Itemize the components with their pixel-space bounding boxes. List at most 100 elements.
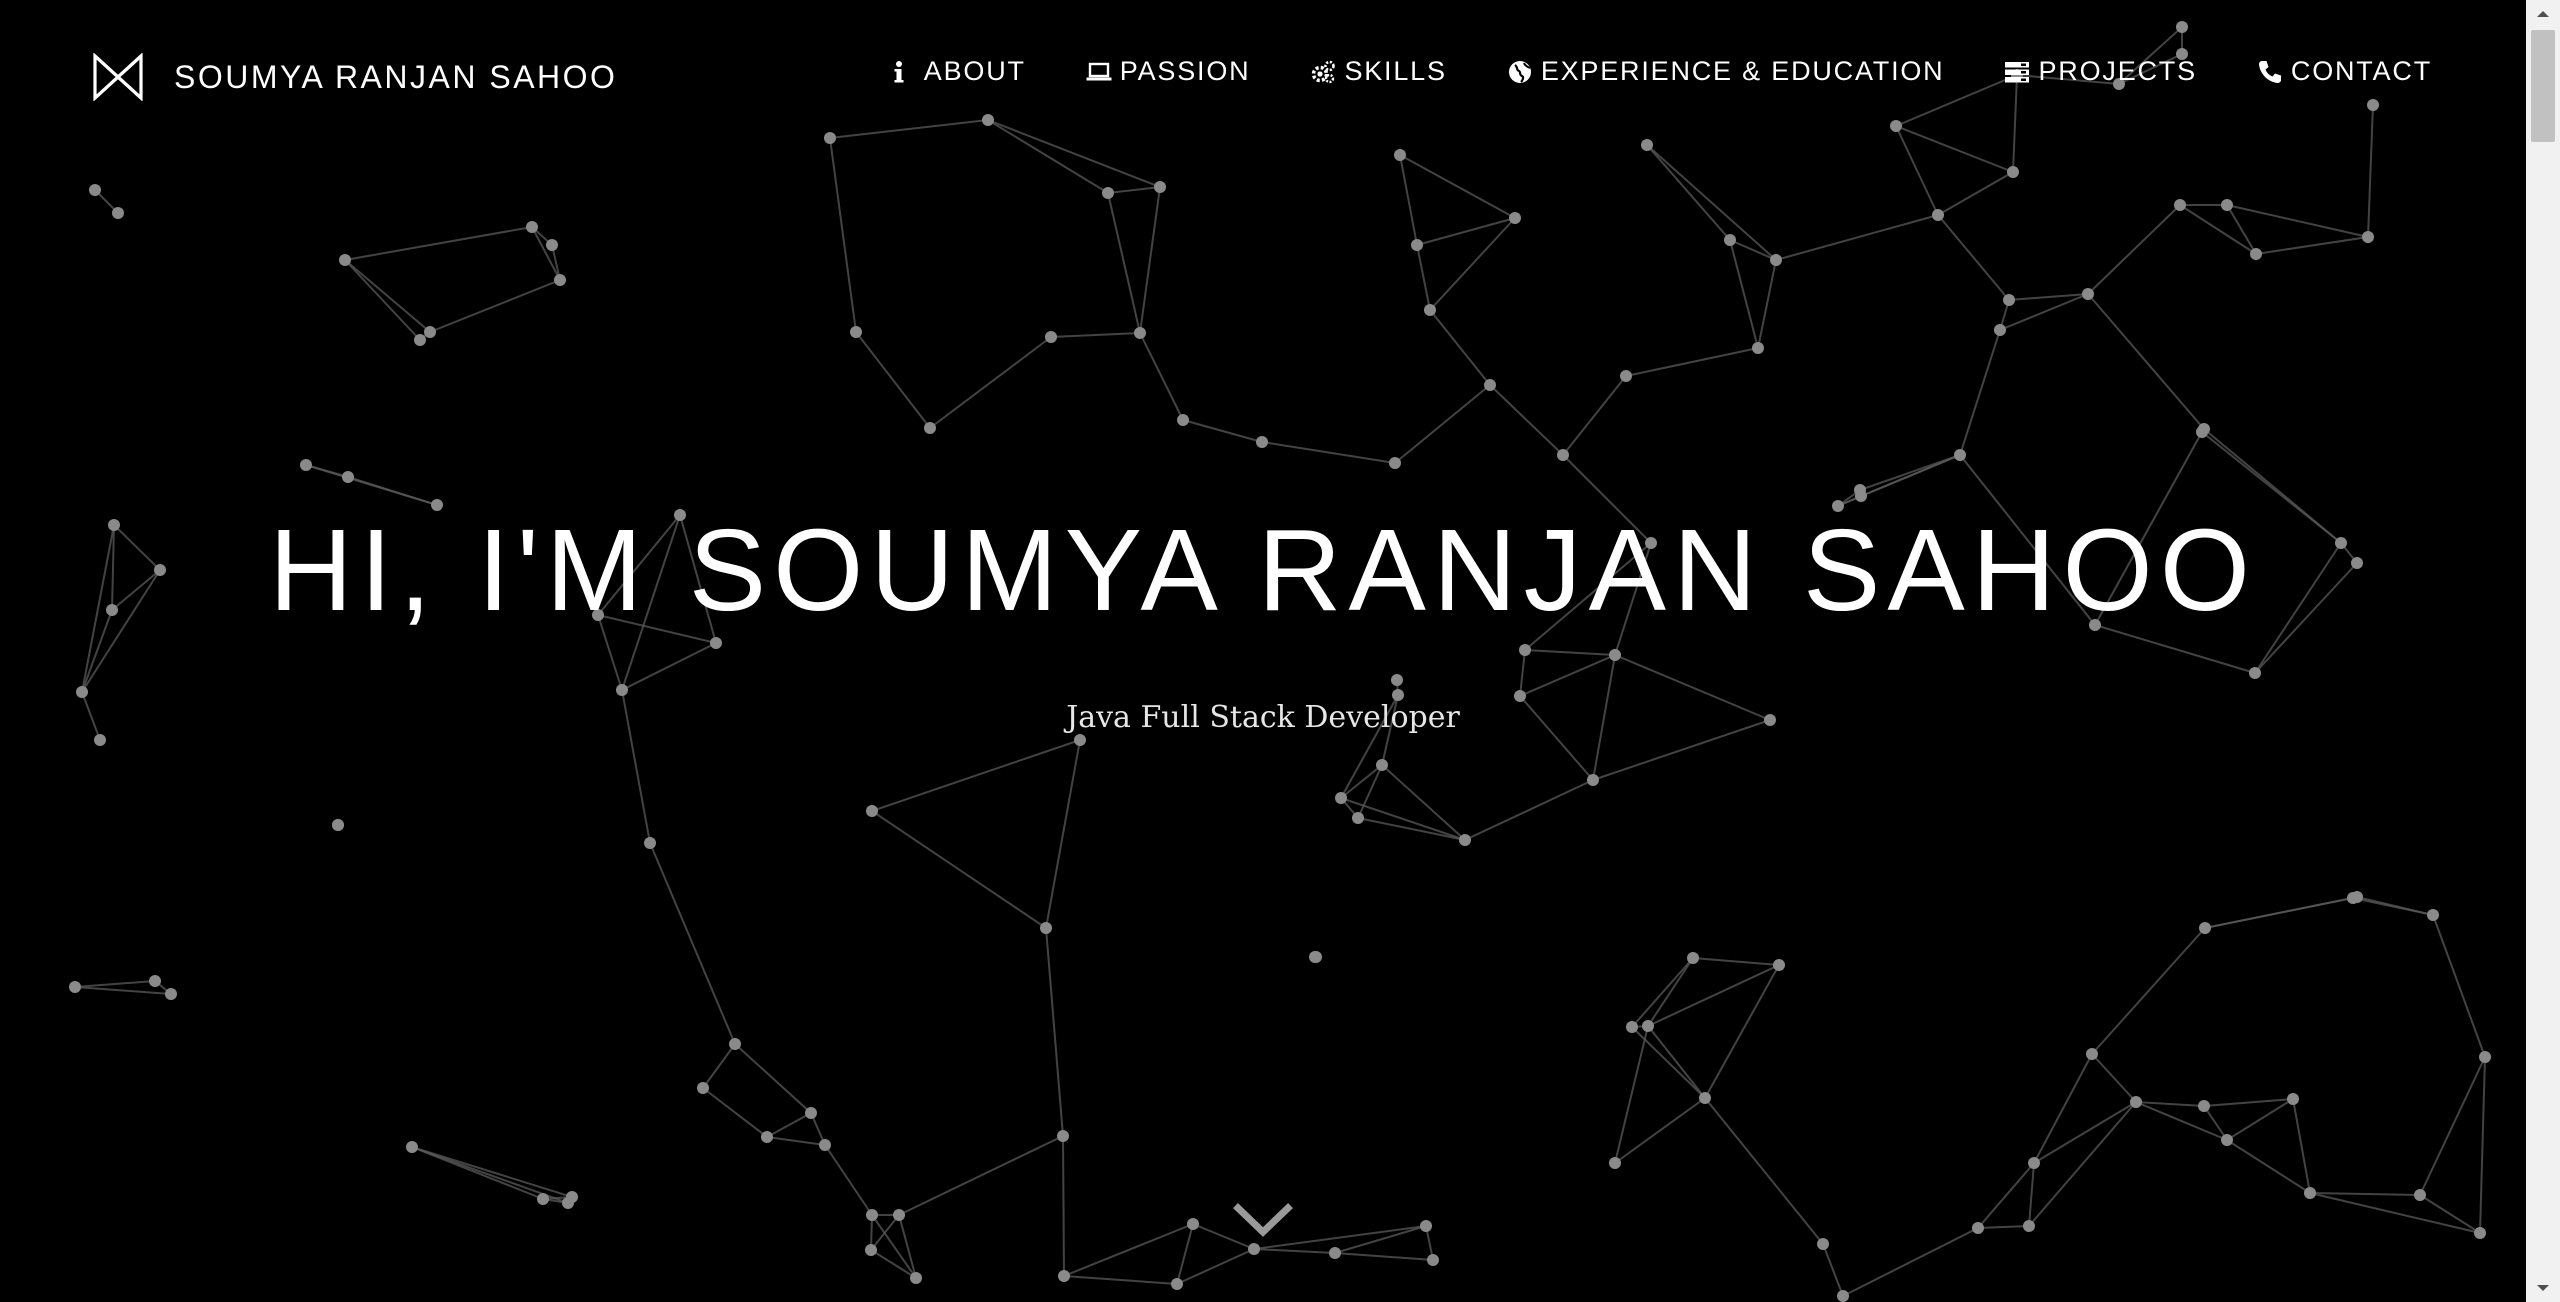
network-node [1699, 1092, 1711, 1104]
network-node [76, 686, 88, 698]
network-link [1139, 186, 1161, 334]
network-link [766, 1136, 826, 1146]
scroll-down-arrow-icon[interactable] [2526, 1274, 2560, 1302]
nav-label-skills: SKILLS [1344, 56, 1447, 86]
network-node [339, 254, 351, 266]
network-link [1489, 384, 1564, 456]
network-node [1177, 414, 1189, 426]
network-node [1994, 324, 2006, 336]
globe-icon [1507, 59, 1533, 85]
network-node [1074, 734, 1086, 746]
network-node [1411, 239, 1423, 251]
nav-item-passion[interactable]: PASSION [1086, 56, 1251, 87]
nav-item-skills[interactable]: SKILLS [1310, 56, 1446, 87]
network-node [1557, 449, 1569, 461]
network-node [1519, 644, 1531, 656]
network-node [910, 1272, 922, 1284]
network-node [697, 1082, 709, 1094]
network-link [344, 259, 421, 341]
network-node [1040, 922, 1052, 934]
network-node [1329, 1247, 1341, 1259]
network-link [2226, 204, 2257, 255]
network-link [1062, 1135, 1065, 1277]
scroll-up-arrow-icon[interactable] [2526, 0, 2560, 28]
phone-icon [2257, 59, 2283, 85]
network-link [2226, 1139, 2311, 1194]
hero-subtitle: Java Full Stack Developer [1066, 700, 1460, 735]
gears-icon [1310, 59, 1336, 85]
network-link [2087, 293, 2205, 430]
network-link [2028, 1101, 2137, 1227]
nav-item-about[interactable]: ABOUT [890, 56, 1026, 87]
nav-label-projects: PROJECTS [2038, 56, 2197, 86]
scrollbar-thumb[interactable] [2531, 30, 2555, 142]
network-link [74, 986, 172, 995]
network-node [1171, 1278, 1183, 1290]
network-node [1154, 181, 1166, 193]
network-link [2352, 897, 2434, 916]
main-nav: ABOUT PASSION SKILLS EXPERIENCE & EDUCAT… [890, 56, 2432, 87]
brand-name: SOUMYA RANJAN SAHOO [174, 58, 618, 95]
network-node [805, 1107, 817, 1119]
network-node [850, 326, 862, 338]
network-node [94, 734, 106, 746]
network-node [1620, 370, 1632, 382]
nav-item-projects[interactable]: PROJECTS [2004, 56, 2196, 87]
vertical-scrollbar[interactable] [2526, 0, 2560, 1302]
network-node [2174, 199, 2186, 211]
network-node [546, 239, 558, 251]
network-node [1724, 234, 1736, 246]
network-link [1176, 1223, 1194, 1285]
page-viewport: SOUMYA RANJAN SAHOO ABOUT PASSION SKILLS [0, 0, 2526, 1302]
network-link [702, 1043, 736, 1089]
network-link [1859, 454, 1961, 491]
network-node [2198, 1100, 2210, 1112]
network-link [1253, 1248, 1336, 1254]
network-node [2086, 1048, 2098, 1060]
nav-item-experience-education[interactable]: EXPERIENCE & EDUCATION [1507, 56, 1945, 87]
brand-link[interactable]: SOUMYA RANJAN SAHOO [92, 52, 617, 102]
network-link [1757, 259, 1777, 349]
network-link [344, 226, 533, 261]
network-link [531, 226, 561, 281]
network-node [1773, 959, 1785, 971]
network-node [1134, 327, 1146, 339]
network-node [165, 988, 177, 1000]
network-node [1609, 649, 1621, 661]
network-link [1977, 1162, 2035, 1229]
network-link [1562, 375, 1627, 456]
network-node [2347, 892, 2359, 904]
network-link [1045, 739, 1081, 929]
network-link [1704, 964, 1780, 1099]
network-node [1817, 1238, 1829, 1250]
network-link [702, 1087, 768, 1138]
network-node [2130, 1096, 2142, 1108]
network-node [1102, 187, 1114, 199]
network-node [2007, 166, 2019, 178]
network-node [537, 1193, 549, 1205]
network-link [1182, 419, 1263, 443]
network-node [1427, 1254, 1439, 1266]
network-link [2226, 1098, 2294, 1141]
network-node [2362, 231, 2374, 243]
network-node [2287, 1093, 2299, 1105]
network-link [1631, 1026, 1706, 1099]
laptop-icon [1086, 59, 1112, 85]
network-link [2203, 1098, 2294, 1107]
network-link [1381, 764, 1466, 841]
nav-item-contact[interactable]: CONTACT [2257, 56, 2432, 87]
network-node [342, 471, 354, 483]
network-node [1248, 1243, 1260, 1255]
network-node [1484, 379, 1496, 391]
network-node [819, 1139, 831, 1151]
network-link [411, 1146, 544, 1200]
network-node [69, 981, 81, 993]
network-node [300, 459, 312, 471]
network-node [1376, 759, 1388, 771]
network-node [1626, 1021, 1638, 1033]
network-node [1587, 774, 1599, 786]
network-node [2023, 1220, 2035, 1232]
network-node [414, 334, 426, 346]
scroll-down-button[interactable] [1232, 1200, 1294, 1240]
hero-title: HI, I'M SOUMYA RANJAN SAHOO [269, 505, 2257, 635]
